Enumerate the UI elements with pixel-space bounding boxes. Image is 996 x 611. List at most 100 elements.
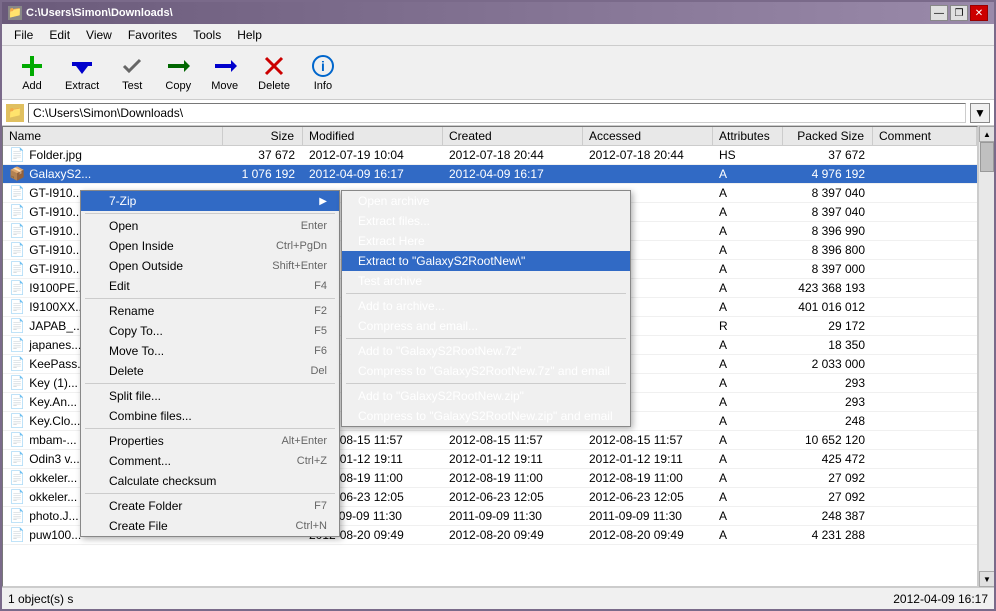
header-comment[interactable]: Comment	[873, 127, 977, 145]
restore-button[interactable]: ❐	[950, 5, 968, 21]
move-button[interactable]: Move	[202, 49, 247, 97]
address-input[interactable]	[28, 103, 966, 123]
ctx-delete[interactable]: Delete Del	[81, 361, 339, 381]
sub-open-archive[interactable]: Open archive	[342, 191, 630, 211]
extract-icon	[70, 54, 94, 78]
copy-button[interactable]: Copy	[156, 49, 200, 97]
delete-label: Delete	[258, 80, 290, 92]
ctx-7zip-label: 7-Zip	[109, 194, 319, 208]
sub-compress-zip-email[interactable]: Compress to "GalaxyS2RootNew.zip" and em…	[342, 406, 630, 426]
ctx-separator2	[85, 298, 335, 299]
sub-add-zip[interactable]: Add to "GalaxyS2RootNew.zip"	[342, 386, 630, 406]
test-icon	[120, 54, 144, 78]
file-packed: 4 976 192	[783, 166, 873, 182]
submenu-separator	[346, 293, 626, 294]
move-icon	[213, 54, 237, 78]
file-name: 📦GalaxyS2...	[3, 165, 223, 183]
header-accessed[interactable]: Accessed	[583, 127, 713, 145]
ctx-item-7zip[interactable]: 7-Zip ▶ Open archive Extract files... Ex…	[81, 191, 339, 211]
header-size[interactable]: Size	[223, 127, 303, 145]
sub-compress-7z-email[interactable]: Compress to "GalaxyS2RootNew.7z" and ema…	[342, 361, 630, 381]
list-item[interactable]: 📦GalaxyS2... 1 076 192 2012-04-09 16:17 …	[3, 165, 977, 184]
menu-help[interactable]: Help	[229, 26, 270, 44]
app-icon: 📁	[8, 6, 22, 20]
submenu-separator3	[346, 383, 626, 384]
ctx-split-file[interactable]: Split file...	[81, 386, 339, 406]
ctx-separator	[85, 213, 335, 214]
test-button[interactable]: Test	[110, 49, 154, 97]
ctx-properties[interactable]: Properties Alt+Enter	[81, 431, 339, 451]
menu-file[interactable]: File	[6, 26, 41, 44]
info-icon: i	[311, 54, 335, 78]
address-icon: 📁	[6, 104, 24, 122]
file-created: 2012-04-09 16:17	[443, 166, 583, 182]
sub-compress-email[interactable]: Compress and email...	[342, 316, 630, 336]
ctx-create-file[interactable]: Create File Ctrl+N	[81, 516, 339, 536]
file-size: 1 076 192	[223, 166, 303, 182]
minimize-button[interactable]: —	[930, 5, 948, 21]
sub-add-7z[interactable]: Add to "GalaxyS2RootNew.7z"	[342, 341, 630, 361]
add-button[interactable]: Add	[10, 49, 54, 97]
menu-edit[interactable]: Edit	[41, 26, 78, 44]
test-label: Test	[122, 80, 142, 92]
file-packed: 37 672	[783, 147, 873, 163]
delete-icon	[262, 54, 286, 78]
copy-icon	[166, 54, 190, 78]
extract-button[interactable]: Extract	[56, 49, 108, 97]
scrollbar[interactable]: ▲ ▼	[978, 126, 994, 587]
submenu-7zip: Open archive Extract files... Extract He…	[341, 190, 631, 427]
menu-view[interactable]: View	[78, 26, 120, 44]
ctx-open[interactable]: Open Enter	[81, 216, 339, 236]
sub-test-archive[interactable]: Test archive	[342, 271, 630, 291]
status-text: 1 object(s) s	[8, 592, 73, 606]
list-item[interactable]: 📄Folder.jpg 37 672 2012-07-19 10:04 2012…	[3, 146, 977, 165]
header-attributes[interactable]: Attributes	[713, 127, 783, 145]
title-bar: 📁 C:\Users\Simon\Downloads\ — ❐ ✕	[2, 2, 994, 24]
sub-extract-files[interactable]: Extract files...	[342, 211, 630, 231]
svg-text:i: i	[321, 58, 325, 74]
ctx-comment[interactable]: Comment... Ctrl+Z	[81, 451, 339, 471]
file-attributes: A	[713, 166, 783, 182]
file-name: 📄Folder.jpg	[3, 146, 223, 164]
toolbar: Add Extract Test Copy Move	[2, 46, 994, 100]
ctx-open-inside[interactable]: Open Inside Ctrl+PgDn	[81, 236, 339, 256]
info-label: Info	[314, 80, 332, 92]
close-button[interactable]: ✕	[970, 5, 988, 21]
extract-label: Extract	[65, 80, 99, 92]
menu-tools[interactable]: Tools	[185, 26, 229, 44]
file-accessed	[583, 173, 713, 175]
file-modified: 2012-07-19 10:04	[303, 147, 443, 163]
window-title: C:\Users\Simon\Downloads\	[26, 7, 173, 19]
scroll-up[interactable]: ▲	[979, 126, 994, 142]
ctx-edit[interactable]: Edit F4	[81, 276, 339, 296]
header-name[interactable]: Name	[3, 127, 223, 145]
scroll-down[interactable]: ▼	[979, 571, 994, 587]
header-packed[interactable]: Packed Size	[783, 127, 873, 145]
menu-favorites[interactable]: Favorites	[120, 26, 185, 44]
status-date: 2012-04-09 16:17	[893, 592, 988, 606]
ctx-create-folder[interactable]: Create Folder F7	[81, 496, 339, 516]
info-button[interactable]: i Info	[301, 49, 345, 97]
scroll-track[interactable]	[979, 142, 994, 571]
ctx-move-to[interactable]: Move To... F6	[81, 341, 339, 361]
header-modified[interactable]: Modified	[303, 127, 443, 145]
ctx-checksum[interactable]: Calculate checksum	[81, 471, 339, 491]
submenu-arrow-icon: ▶	[319, 196, 327, 207]
address-dropdown[interactable]: ▼	[970, 103, 990, 123]
ctx-rename[interactable]: Rename F2	[81, 301, 339, 321]
header-created[interactable]: Created	[443, 127, 583, 145]
sub-extract-here[interactable]: Extract Here	[342, 231, 630, 251]
ctx-copy-to[interactable]: Copy To... F5	[81, 321, 339, 341]
ctx-open-outside[interactable]: Open Outside Shift+Enter	[81, 256, 339, 276]
ctx-combine-files[interactable]: Combine files...	[81, 406, 339, 426]
sub-extract-to[interactable]: Extract to "GalaxyS2RootNew\"	[342, 251, 630, 271]
file-comment	[873, 154, 977, 156]
scroll-thumb[interactable]	[980, 142, 994, 172]
delete-button[interactable]: Delete	[249, 49, 299, 97]
copy-label: Copy	[165, 80, 191, 92]
menu-bar: File Edit View Favorites Tools Help	[2, 24, 994, 46]
sub-add-archive[interactable]: Add to archive...	[342, 296, 630, 316]
main-window: 📁 C:\Users\Simon\Downloads\ — ❐ ✕ File E…	[0, 0, 996, 611]
list-header: Name Size Modified Created Accessed Attr…	[3, 127, 977, 146]
ctx-separator5	[85, 493, 335, 494]
